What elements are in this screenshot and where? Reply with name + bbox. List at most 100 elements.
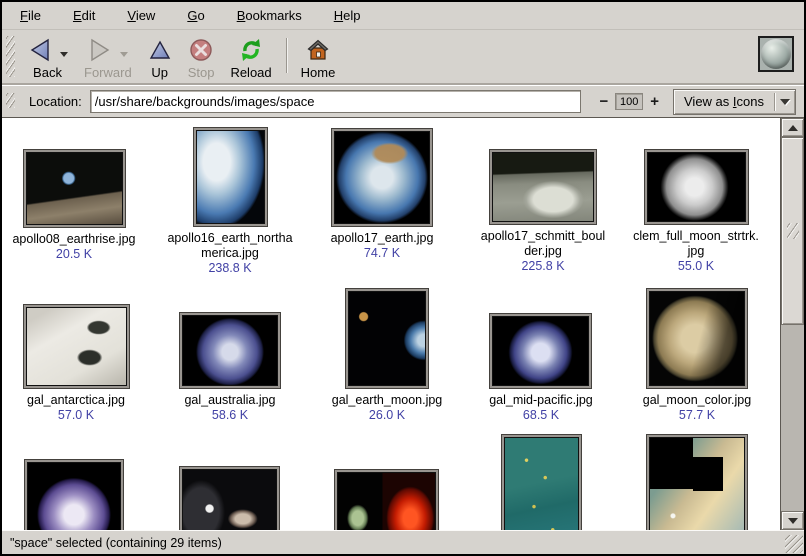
zoom-level-indicator[interactable]: 100 <box>615 93 643 110</box>
file-name: gal_moon_color.jpg <box>612 393 780 408</box>
file-label[interactable]: gal_moon_color.jpg57.7 K <box>612 393 780 423</box>
file-thumbnail[interactable] <box>24 305 129 388</box>
throbber <box>758 36 794 72</box>
scrollbar-thumb[interactable] <box>781 137 804 325</box>
reload-icon <box>237 37 265 63</box>
arrow-up-icon <box>788 125 798 131</box>
file-label[interactable]: apollo17_earth.jpg74.7 K <box>297 231 467 261</box>
menu-bookmarks[interactable]: Bookmarks <box>227 4 312 27</box>
menu-edit[interactable]: Edit <box>63 4 105 27</box>
zoom-out-button[interactable]: − <box>595 94 612 109</box>
arrow-down-icon <box>788 518 798 524</box>
up-icon <box>148 37 172 63</box>
file-thumbnail[interactable] <box>647 289 747 388</box>
zoom-in-button[interactable]: + <box>646 94 663 109</box>
file-name: merica.jpg <box>145 246 315 261</box>
file-thumbnail[interactable] <box>335 470 438 530</box>
file-name: jpg <box>611 244 780 259</box>
file-thumbnail[interactable] <box>490 150 596 224</box>
vertical-scrollbar[interactable] <box>780 118 804 530</box>
toolbar: Back Forward <box>2 30 804 86</box>
file-label[interactable]: gal_mid-pacific.jpg68.5 K <box>456 393 626 423</box>
stop-button: Stop <box>180 32 223 83</box>
back-history-chevron-icon[interactable] <box>60 52 68 57</box>
menu-view[interactable]: View <box>117 4 165 27</box>
file-thumbnail[interactable] <box>332 129 432 226</box>
icon-view[interactable]: apollo08_earthrise.jpg20.5 Kapollo16_ear… <box>2 118 780 530</box>
file-thumbnail[interactable] <box>346 289 428 388</box>
back-button-label: Back <box>33 65 62 80</box>
file-name: gal_earth_moon.jpg <box>302 393 472 408</box>
scroll-down-button[interactable] <box>781 511 804 530</box>
location-label: Location: <box>29 94 82 109</box>
file-name: apollo17_schmitt_boul <box>458 229 628 244</box>
scrollbar-track[interactable] <box>781 137 804 511</box>
forward-icon <box>87 37 113 63</box>
menu-file[interactable]: File <box>10 4 51 27</box>
scroll-up-button[interactable] <box>781 118 804 137</box>
view-as-dropdown[interactable]: View as Icons <box>673 89 796 115</box>
file-size: 74.7 K <box>297 246 467 261</box>
scrollbar-grip-icon <box>787 223 799 239</box>
home-button[interactable]: Home <box>293 32 344 83</box>
file-thumbnail[interactable] <box>180 313 280 388</box>
file-label[interactable]: apollo16_earth_northamerica.jpg238.8 K <box>145 231 315 276</box>
file-size: 225.8 K <box>458 259 628 274</box>
file-name: apollo08_earthrise.jpg <box>2 232 159 247</box>
file-name: gal_mid-pacific.jpg <box>456 393 626 408</box>
forward-history-chevron-icon <box>120 52 128 57</box>
file-size: 57.7 K <box>612 408 780 423</box>
menu-help[interactable]: Help <box>324 4 371 27</box>
throbber-sphere-icon <box>761 39 791 69</box>
file-size: 55.0 K <box>611 259 780 274</box>
file-label[interactable]: gal_australia.jpg58.6 K <box>145 393 315 423</box>
reload-button-label: Reload <box>230 65 271 80</box>
toolbar-separator <box>286 38 287 73</box>
stop-button-label: Stop <box>188 65 215 80</box>
resize-grip[interactable] <box>785 535 803 553</box>
file-size: 26.0 K <box>302 408 472 423</box>
file-size: 58.6 K <box>145 408 315 423</box>
file-name: der.jpg <box>458 244 628 259</box>
file-label[interactable]: apollo17_schmitt_boulder.jpg225.8 K <box>458 229 628 274</box>
file-thumbnail[interactable] <box>24 150 125 227</box>
status-text: "space" selected (containing 29 items) <box>2 536 222 550</box>
file-label[interactable]: apollo08_earthrise.jpg20.5 K <box>2 232 159 262</box>
up-button-label: Up <box>151 65 168 80</box>
back-button[interactable]: Back <box>19 32 76 83</box>
file-thumbnail[interactable] <box>502 435 581 530</box>
home-button-label: Home <box>301 65 336 80</box>
file-thumbnail[interactable] <box>645 150 748 224</box>
up-button[interactable]: Up <box>140 32 180 83</box>
reload-button[interactable]: Reload <box>222 32 279 83</box>
file-size: 57.0 K <box>2 408 161 423</box>
toolbar-drag-handle[interactable] <box>6 36 15 77</box>
file-name: apollo16_earth_northa <box>145 231 315 246</box>
location-bar-drag-handle[interactable] <box>6 93 15 108</box>
file-label[interactable]: clem_full_moon_strtrk.jpg55.0 K <box>611 229 780 274</box>
menubar: File Edit View Go Bookmarks Help <box>2 2 804 30</box>
file-label[interactable]: gal_earth_moon.jpg26.0 K <box>302 393 472 423</box>
file-name: gal_antarctica.jpg <box>2 393 161 408</box>
file-size: 20.5 K <box>2 247 159 262</box>
file-name: clem_full_moon_strtrk. <box>611 229 780 244</box>
file-name: gal_australia.jpg <box>145 393 315 408</box>
home-icon <box>305 37 331 63</box>
file-thumbnail[interactable] <box>490 314 591 388</box>
location-bar: Location: − 100 + View as Icons <box>2 86 804 118</box>
file-name: apollo17_earth.jpg <box>297 231 467 246</box>
file-label[interactable]: gal_antarctica.jpg57.0 K <box>2 393 161 423</box>
file-manager-window: File Edit View Go Bookmarks Help Back <box>0 0 806 556</box>
file-thumbnail[interactable] <box>25 460 123 530</box>
forward-button-label: Forward <box>84 65 132 80</box>
file-size: 238.8 K <box>145 261 315 276</box>
file-thumbnail[interactable] <box>180 467 279 530</box>
location-input[interactable] <box>90 90 582 113</box>
file-thumbnail[interactable] <box>194 128 267 226</box>
stop-icon <box>188 37 214 63</box>
file-size: 68.5 K <box>456 408 626 423</box>
statusbar: "space" selected (containing 29 items) <box>2 530 804 554</box>
chevron-down-icon <box>775 90 795 114</box>
menu-go[interactable]: Go <box>177 4 214 27</box>
file-thumbnail[interactable] <box>647 435 747 530</box>
